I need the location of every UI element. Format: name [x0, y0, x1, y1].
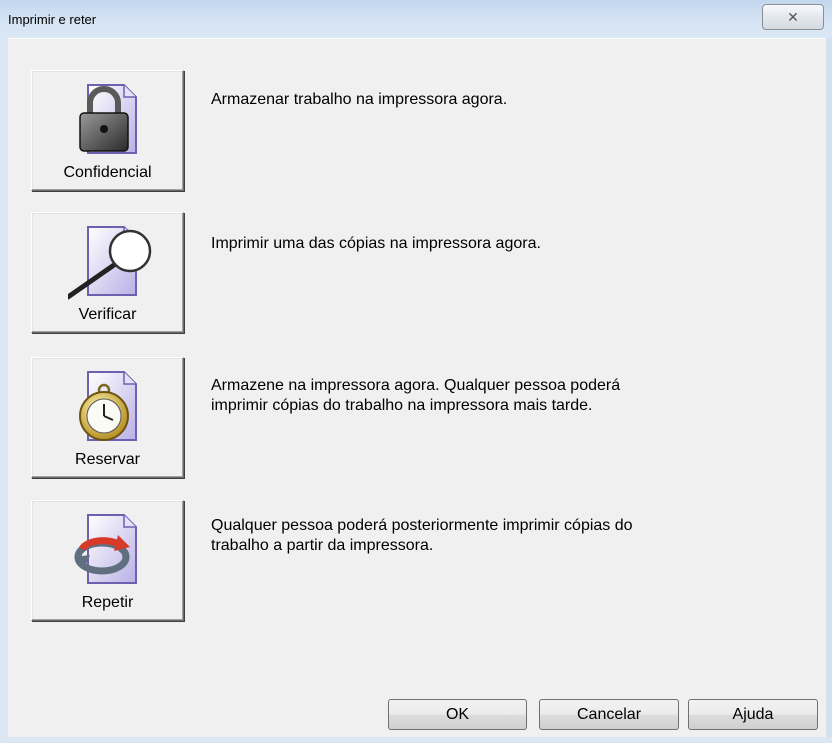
- ok-button[interactable]: OK: [388, 699, 527, 730]
- reserve-label: Reservar: [75, 451, 140, 468]
- lock-document-icon: [79, 84, 137, 154]
- reserve-description-line-1: Armazene na impressora agora. Qualquer p…: [211, 377, 621, 394]
- repeat-button[interactable]: Repetir: [31, 500, 184, 621]
- close-button[interactable]: ✕: [762, 4, 824, 30]
- cancel-button[interactable]: Cancelar: [539, 699, 679, 730]
- reserve-description-line-2: imprimir cópias do trabalho na impressor…: [211, 397, 593, 414]
- repeat-description-line-2: trabalho a partir da impressora.: [211, 537, 434, 554]
- stopwatch-document-icon: [79, 371, 137, 441]
- dialog-window: Imprimir e reter ✕ Confidencial Armazena…: [0, 0, 832, 743]
- repeat-arrows-document-icon: [74, 514, 137, 584]
- window-right-border: [826, 38, 832, 743]
- repeat-description-line-1: Qualquer pessoa poderá posteriormente im…: [211, 517, 633, 534]
- verify-button[interactable]: Verificar: [31, 212, 184, 333]
- title-bar: Imprimir e reter ✕: [0, 0, 832, 38]
- help-button[interactable]: Ajuda: [688, 699, 818, 730]
- dialog-title: Imprimir e reter: [8, 12, 97, 27]
- repeat-description: Qualquer pessoa poderá posteriormente im…: [211, 516, 791, 556]
- verify-description: Imprimir uma das cópias na impressora ag…: [211, 235, 541, 252]
- verify-label: Verificar: [78, 306, 137, 323]
- reserve-description: Armazene na impressora agora. Qualquer p…: [211, 376, 791, 416]
- repeat-label: Repetir: [81, 594, 134, 611]
- window-bottom-border: [0, 737, 832, 743]
- dialog-client-area: Confidencial Armazenar trabalho na impre…: [8, 38, 832, 738]
- magnifier-document-icon: [68, 226, 152, 300]
- confidential-label: Confidencial: [63, 164, 152, 181]
- confidential-button[interactable]: Confidencial: [31, 70, 184, 191]
- confidential-description: Armazenar trabalho na impressora agora.: [211, 91, 508, 108]
- close-icon: ✕: [787, 10, 799, 26]
- reserve-button[interactable]: Reservar: [31, 357, 184, 478]
